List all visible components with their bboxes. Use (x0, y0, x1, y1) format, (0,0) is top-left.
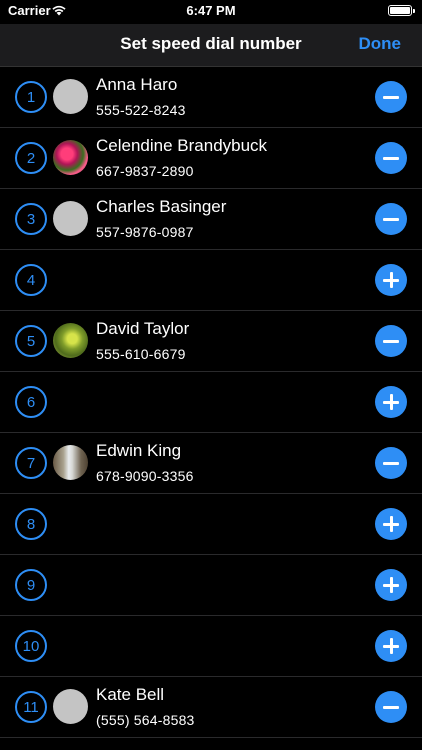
speed-dial-number-badge: 5 (15, 325, 47, 357)
status-time: 6:47 PM (186, 3, 236, 18)
speed-dial-number-badge: 8 (15, 508, 47, 540)
add-contact-button[interactable] (375, 630, 407, 662)
remove-contact-button[interactable] (375, 203, 407, 235)
add-contact-button[interactable] (375, 264, 407, 296)
speed-dial-row[interactable]: 8 (0, 494, 422, 555)
minus-icon (383, 705, 399, 709)
contact-phone: 555-610-6679 (96, 346, 186, 362)
speed-dial-number-badge: 11 (15, 691, 47, 723)
remove-contact-button[interactable] (375, 691, 407, 723)
remove-contact-button[interactable] (375, 81, 407, 113)
minus-icon (383, 217, 399, 221)
minus-icon (383, 339, 399, 343)
speed-dial-number-badge: 7 (15, 447, 47, 479)
contact-name: Charles Basinger (96, 197, 227, 216)
plus-icon (389, 577, 393, 593)
minus-icon (383, 156, 399, 160)
contact-avatar (53, 201, 88, 236)
minus-icon (383, 95, 399, 99)
plus-icon (389, 272, 393, 288)
speed-dial-number-badge: 4 (15, 264, 47, 296)
speed-dial-number-badge: 1 (15, 81, 47, 113)
speed-dial-number-badge: 2 (15, 142, 47, 174)
contact-avatar (53, 140, 88, 175)
speed-dial-row[interactable]: 10 (0, 616, 422, 677)
contact-phone: (555) 564-8583 (96, 712, 195, 728)
contact-name: Anna Haro (96, 75, 178, 94)
battery-level (390, 7, 410, 14)
speed-dial-row[interactable]: 5 David Taylor 555-610-6679 (0, 311, 422, 372)
speed-dial-number-badge: 9 (15, 569, 47, 601)
contact-name: Edwin King (96, 441, 182, 460)
speed-dial-number-badge: 10 (15, 630, 47, 662)
add-contact-button[interactable] (375, 569, 407, 601)
contact-avatar (53, 445, 88, 480)
remove-contact-button[interactable] (375, 325, 407, 357)
remove-contact-button[interactable] (375, 142, 407, 174)
add-contact-button[interactable] (375, 386, 407, 418)
speed-dial-row[interactable]: 11 Kate Bell (555) 564-8583 (0, 677, 422, 738)
speed-dial-row[interactable]: 1 Anna Haro 555-522-8243 (0, 67, 422, 128)
contact-avatar (53, 689, 88, 724)
speed-dial-row[interactable]: 7 Edwin King 678-9090-3356 (0, 433, 422, 494)
status-bar: Carrier 6:47 PM (0, 0, 422, 24)
plus-icon (389, 394, 393, 410)
remove-contact-button[interactable] (375, 447, 407, 479)
speed-dial-number-badge: 6 (15, 386, 47, 418)
minus-icon (383, 461, 399, 465)
contact-name: Celendine Brandybuck (96, 136, 268, 155)
contact-phone: 667-9837-2890 (96, 163, 194, 179)
plus-icon (389, 638, 393, 654)
speed-dial-row[interactable]: 9 (0, 555, 422, 616)
speed-dial-row[interactable]: 4 (0, 250, 422, 311)
speed-dial-number-badge: 3 (15, 203, 47, 235)
done-button[interactable]: Done (359, 34, 402, 54)
contact-phone: 557-9876-0987 (96, 224, 194, 240)
contact-name: Kate Bell (96, 685, 165, 704)
contact-avatar (53, 323, 88, 358)
battery-icon (388, 5, 415, 16)
plus-icon (389, 516, 393, 532)
contact-phone: 678-9090-3356 (96, 468, 194, 484)
add-contact-button[interactable] (375, 508, 407, 540)
contact-phone: 555-522-8243 (96, 102, 186, 118)
speed-dial-row[interactable]: 3 Charles Basinger 557-9876-0987 (0, 189, 422, 250)
speed-dial-list: 1 Anna Haro 555-522-8243 2 Celendine Brandyb… (0, 67, 422, 738)
contact-name: David Taylor (96, 319, 190, 338)
navigation-bar: Set speed dial number Done (0, 24, 422, 67)
speed-dial-row[interactable]: 2 Celendine Brandybuck 667-9837-2890 (0, 128, 422, 189)
contact-avatar (53, 79, 88, 114)
speed-dial-row[interactable]: 6 (0, 372, 422, 433)
